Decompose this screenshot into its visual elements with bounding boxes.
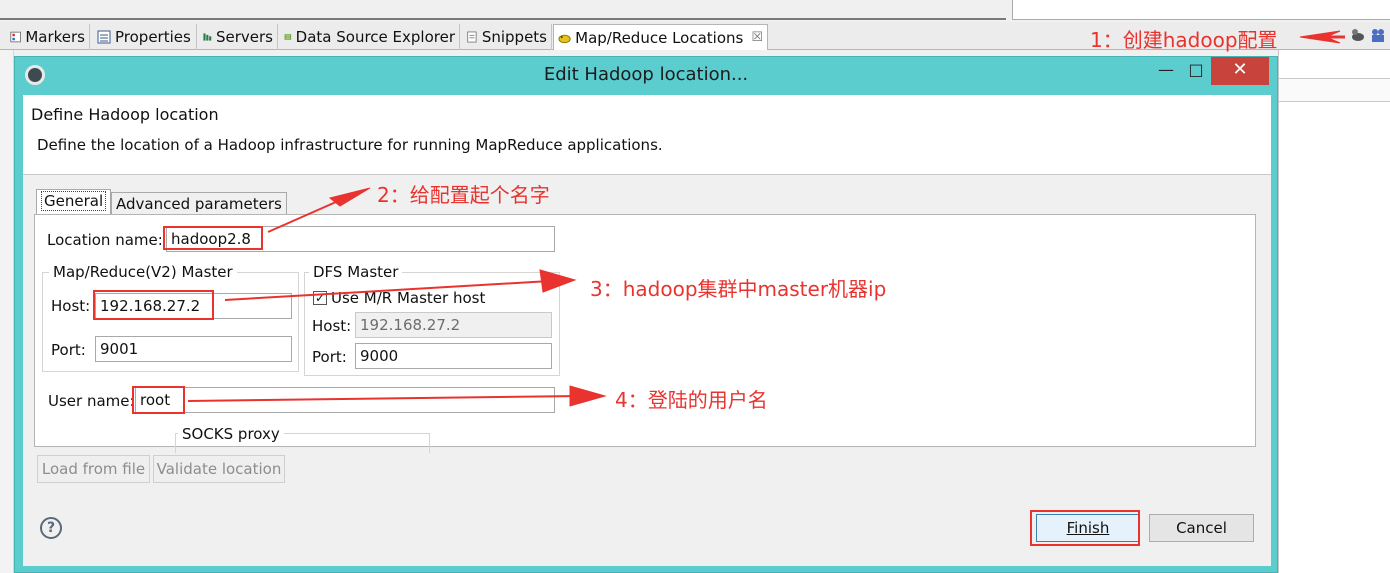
- annotation-2: 2：给配置起个名字: [377, 183, 550, 207]
- arrow-4-head: [569, 385, 607, 407]
- annotation-1: 1：创建hadoop配置: [1090, 28, 1278, 52]
- screenshot-root: Markers Properties Servers Data Source E…: [0, 0, 1390, 573]
- annotation-3: 3：hadoop集群中master机器ip: [590, 277, 887, 301]
- arrow-2-shaft: [267, 197, 346, 233]
- arrow-3-shaft: [224, 280, 551, 301]
- annotation-4: 4：登陆的用户名: [615, 388, 768, 412]
- arrow-2-head: [328, 187, 371, 207]
- arrow-3-head: [539, 269, 577, 293]
- arrow-4-shaft: [187, 395, 581, 402]
